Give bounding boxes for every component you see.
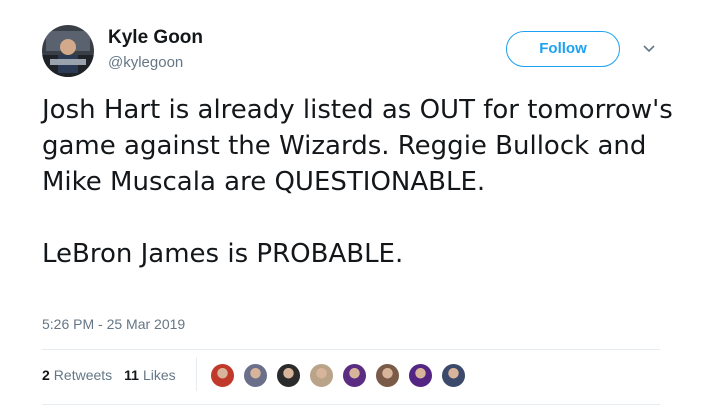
tweet-paragraph: Josh Hart is already listed as OUT for t…	[42, 95, 673, 197]
tweet-text: Josh Hart is already listed as OUT for t…	[42, 92, 682, 272]
divider	[42, 349, 660, 350]
liker-avatar[interactable]	[210, 363, 235, 388]
retweets-count: 2	[42, 367, 50, 383]
tweet-paragraph: LeBron James is PROBABLE.	[42, 239, 404, 269]
divider	[196, 357, 197, 391]
follow-button[interactable]: Follow	[506, 31, 620, 67]
avatar[interactable]	[42, 25, 94, 77]
liker-avatars	[210, 363, 474, 388]
likes-stat[interactable]: 11 Likes	[124, 367, 176, 383]
author-handle[interactable]: @kylegoon	[108, 54, 183, 71]
tweet-timestamp[interactable]: 5:26 PM - 25 Mar 2019	[42, 316, 185, 332]
liker-avatar[interactable]	[441, 363, 466, 388]
retweets-label: Retweets	[53, 367, 113, 383]
author-name[interactable]: Kyle Goon	[108, 27, 203, 49]
retweets-stat[interactable]: 2 Retweets	[42, 367, 112, 383]
likes-count: 11	[124, 367, 139, 383]
likes-label: Likes	[142, 367, 176, 383]
liker-avatar[interactable]	[408, 363, 433, 388]
chevron-down-icon[interactable]	[640, 40, 658, 58]
liker-avatar[interactable]	[309, 363, 334, 388]
liker-avatar[interactable]	[375, 363, 400, 388]
liker-avatar[interactable]	[342, 363, 367, 388]
liker-avatar[interactable]	[276, 363, 301, 388]
divider	[42, 404, 660, 405]
liker-avatar[interactable]	[243, 363, 268, 388]
tweet-stats: 2 Retweets 11 Likes	[42, 367, 188, 383]
